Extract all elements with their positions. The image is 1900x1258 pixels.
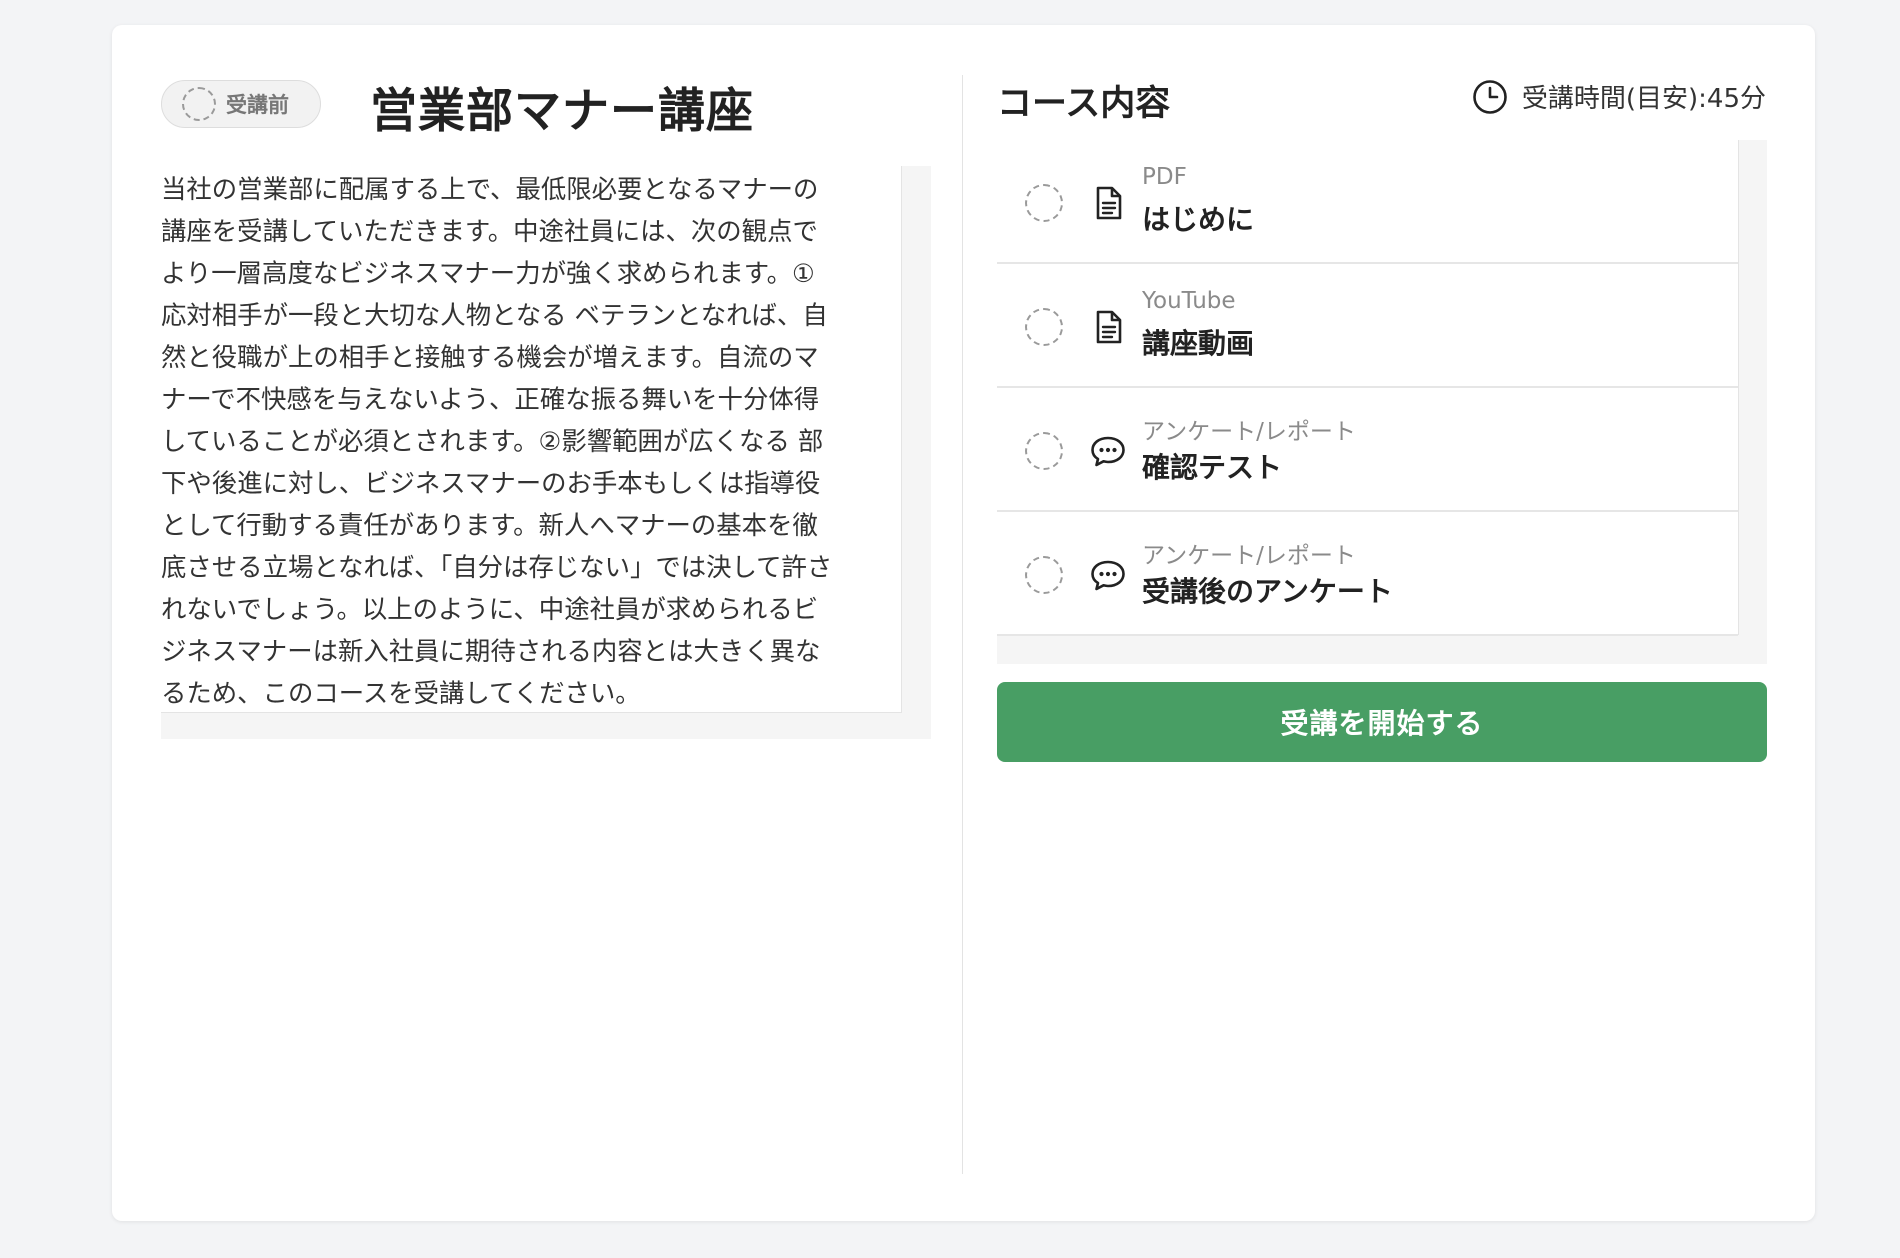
description-scroll-area[interactable]: 当社の営業部に配属する上で、最低限必要となるマナーの 講座を受講していただきます… — [161, 166, 931, 739]
not-started-icon — [1025, 308, 1063, 346]
description-line: るため、このコースを受講してください。 — [161, 678, 641, 708]
column-divider — [962, 75, 963, 1174]
duration-info: 受講時間(目安):45分 — [1472, 78, 1766, 115]
description-panel: 当社の営業部に配属する上で、最低限必要となるマナーの 講座を受講していただきます… — [161, 166, 902, 713]
start-course-button[interactable]: 受講を開始する — [997, 682, 1767, 762]
not-started-icon — [1025, 556, 1063, 594]
description-line: より一層高度なビジネスマナー力が強く求められます。① — [161, 258, 815, 288]
description-line: していることが必須とされます。②影響範囲が広くなる 部 — [161, 426, 824, 456]
description-line: 然と役職が上の相手と接触する機会が増えます。自流のマ — [161, 342, 819, 372]
chat-icon — [1091, 436, 1125, 467]
status-badge: 受講前 — [161, 80, 321, 128]
section-title: コース内容 — [997, 84, 1171, 124]
not-started-icon — [1025, 184, 1063, 222]
status-label: 受講前 — [226, 93, 289, 117]
description-line: れないでしょう。以上のように、中途社員が求められるビ — [161, 594, 819, 624]
item-type: アンケート/レポート — [1142, 543, 1356, 569]
description-line: ジネスマナーは新入社員に期待される内容とは大きく異な — [161, 636, 821, 666]
chat-icon — [1091, 560, 1125, 591]
list-item[interactable]: アンケート/レポート 確認テスト — [997, 388, 1738, 512]
item-name: はじめに — [1142, 203, 1255, 236]
document-icon — [1096, 186, 1122, 220]
page-title: 営業部マナー講座 — [370, 84, 754, 139]
description-line: 当社の営業部に配属する上で、最低限必要となるマナーの — [161, 174, 819, 204]
document-icon — [1096, 310, 1122, 344]
duration-label: 受講時間(目安):45分 — [1521, 84, 1766, 114]
not-started-icon — [182, 87, 216, 121]
description-line: 講座を受講していただきます。中途社員には、次の観点で — [161, 216, 818, 246]
description-line: 応対相手が一段と大切な人物となる ベテランとなれば、自 — [161, 300, 828, 330]
content-list-scroll-area[interactable]: PDF はじめに YouTube 講座動画 アンケート/レポート 確認テスト ア… — [997, 140, 1767, 664]
list-item[interactable]: アンケート/レポート 受講後のアンケート — [997, 512, 1738, 636]
item-type: PDF — [1142, 164, 1187, 190]
description-line: として行動する責任があります。新人へマナーの基本を徹 — [161, 510, 818, 540]
description-line: ナーで不快感を与えないよう、正確な振る舞いを十分体得 — [161, 384, 820, 414]
list-item[interactable]: YouTube 講座動画 — [997, 264, 1738, 388]
item-name: 確認テスト — [1142, 451, 1283, 484]
item-type: アンケート/レポート — [1142, 419, 1356, 445]
description-line: 下や後進に対し、ビジネスマナーのお手本もしくは指導役 — [161, 468, 821, 498]
list-item[interactable]: PDF はじめに — [997, 140, 1738, 264]
item-name: 講座動画 — [1142, 327, 1255, 360]
content-list: PDF はじめに YouTube 講座動画 アンケート/レポート 確認テスト ア… — [997, 140, 1739, 636]
not-started-icon — [1025, 432, 1063, 470]
clock-icon — [1473, 79, 1507, 114]
description-line: 底させる立場となれば、「自分は存じない」では決して許さ — [161, 552, 833, 582]
item-name: 受講後のアンケート — [1142, 575, 1393, 608]
item-type: YouTube — [1142, 288, 1236, 314]
